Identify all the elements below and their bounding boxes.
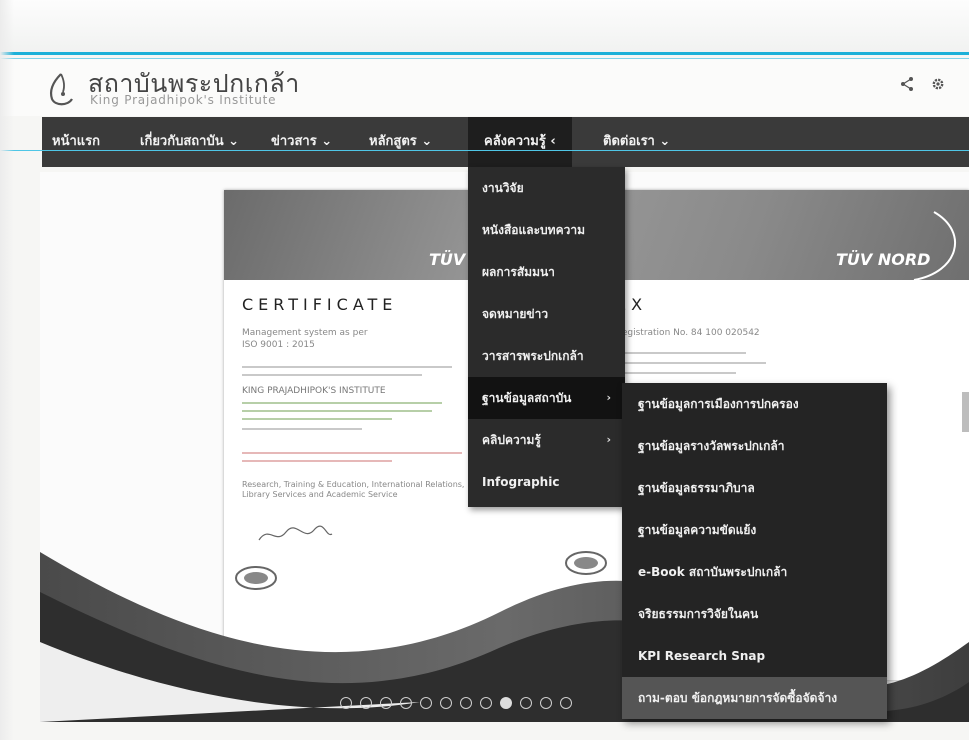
slider-dot[interactable] xyxy=(420,697,432,709)
dropdown-item-knowledge-clips[interactable]: คลิปความรู้ › xyxy=(468,419,625,461)
submenu-item-human-research-ethics[interactable]: จริยธรรมการวิจัยในคน xyxy=(622,593,887,635)
scan-artifact-line xyxy=(0,150,969,151)
slider-dot[interactable] xyxy=(480,697,492,709)
nav-item-home[interactable]: หน้าแรก xyxy=(52,117,100,167)
dropdown-item-label: คลิปความรู้ xyxy=(482,433,541,447)
page-top-band xyxy=(0,0,969,52)
submenu-item-label: ฐานข้อมูลรางวัลพระปกเกล้า xyxy=(638,439,785,453)
submenu-item-label: ฐานข้อมูลธรรมาภิบาล xyxy=(638,481,755,495)
dropdown-item-infographic[interactable]: Infographic xyxy=(468,461,625,503)
nav-item-about[interactable]: เกี่ยวกับสถาบัน ⌄ xyxy=(140,117,239,167)
chevron-left-icon: ‹ xyxy=(550,134,556,149)
submenu-item-procurement-law-qa[interactable]: ถาม-ตอบ ข้อกฎหมายการจัดซื้อจัดจ้าง xyxy=(622,677,887,719)
submenu-item-label: KPI Research Snap xyxy=(638,649,766,663)
submenu-item-politics-governance-db[interactable]: ฐานข้อมูลการเมืองการปกครอง xyxy=(622,383,887,425)
chevron-right-icon: › xyxy=(606,391,611,404)
database-submenu: ฐานข้อมูลการเมืองการปกครอง ฐานข้อมูลรางว… xyxy=(622,383,887,719)
nav-item-courses[interactable]: หลักสูตร ⌄ xyxy=(369,117,432,167)
nav-item-label: ติดต่อเรา xyxy=(603,134,655,149)
nav-item-news[interactable]: ข่าวสาร ⌄ xyxy=(271,117,332,167)
submenu-item-good-governance-db[interactable]: ฐานข้อมูลธรรมาภิบาล xyxy=(622,467,887,509)
dropdown-item-seminar-results[interactable]: ผลการสัมมนา xyxy=(468,251,625,293)
nav-item-label: คลังความรู้ xyxy=(484,134,546,149)
chevron-down-icon: ⌄ xyxy=(421,134,433,149)
nav-item-label: ข่าวสาร xyxy=(271,134,317,149)
dropdown-item-label: งานวิจัย xyxy=(482,181,524,195)
dropdown-item-label: หนังสือและบทความ xyxy=(482,223,585,237)
slider-dot[interactable] xyxy=(500,697,512,709)
submenu-item-label: ถาม-ตอบ ข้อกฎหมายการจัดซื้อจัดจ้าง xyxy=(638,691,838,705)
institute-logo[interactable] xyxy=(46,72,76,108)
scan-edge-shadow xyxy=(0,0,14,740)
side-scroll-tab[interactable] xyxy=(962,392,969,432)
slider-dot[interactable] xyxy=(440,697,452,709)
chevron-right-icon: › xyxy=(606,433,611,446)
submenu-item-kpi-research-snap[interactable]: KPI Research Snap xyxy=(622,635,887,677)
submenu-item-label: จริยธรรมการวิจัยในคน xyxy=(638,607,759,621)
submenu-item-label: e-Book สถาบันพระปกเกล้า xyxy=(638,565,788,579)
site-subtitle: King Prajadhipok's Institute xyxy=(90,93,277,107)
slider-dot[interactable] xyxy=(460,697,472,709)
dropdown-item-label: ฐานข้อมูลสถาบัน xyxy=(482,391,572,405)
dropdown-item-label: ผลการสัมมนา xyxy=(482,265,555,279)
nav-item-contact[interactable]: ติดต่อเรา ⌄ xyxy=(603,117,670,167)
dropdown-item-label: จดหมายข่าว xyxy=(482,307,549,321)
submenu-item-label: ฐานข้อมูลความขัดแย้ง xyxy=(638,523,757,537)
nav-item-label: หน้าแรก xyxy=(52,134,100,149)
main-nav: หน้าแรก เกี่ยวกับสถาบัน ⌄ ข่าวสาร ⌄ หลัก… xyxy=(42,117,969,167)
knowledge-dropdown-menu: งานวิจัย หนังสือและบทความ ผลการสัมมนา จด… xyxy=(468,167,625,507)
dropdown-item-books-articles[interactable]: หนังสือและบทความ xyxy=(468,209,625,251)
chevron-down-icon: ⌄ xyxy=(659,134,671,149)
submenu-item-ebook[interactable]: e-Book สถาบันพระปกเกล้า xyxy=(622,551,887,593)
dropdown-item-label: วารสารพระปกเกล้า xyxy=(482,349,584,363)
gear-icon[interactable] xyxy=(930,76,946,92)
slider-dot[interactable] xyxy=(400,697,412,709)
nav-item-label: หลักสูตร xyxy=(369,134,417,149)
dropdown-item-newsletter[interactable]: จดหมายข่าว xyxy=(468,293,625,335)
slider-dot[interactable] xyxy=(520,697,532,709)
nav-item-label: เกี่ยวกับสถาบัน xyxy=(140,134,224,149)
chevron-down-icon: ⌄ xyxy=(228,134,240,149)
slider-dot[interactable] xyxy=(340,697,352,709)
share-icon[interactable] xyxy=(900,76,914,92)
dropdown-item-label: Infographic xyxy=(482,475,560,489)
slider-dot[interactable] xyxy=(540,697,552,709)
slider-dot[interactable] xyxy=(380,697,392,709)
nav-item-knowledge[interactable]: คลังความรู้ ‹ xyxy=(468,117,572,167)
chevron-down-icon: ⌄ xyxy=(321,134,333,149)
slider-dot[interactable] xyxy=(560,697,572,709)
submenu-item-label: ฐานข้อมูลการเมืองการปกครอง xyxy=(638,397,799,411)
dropdown-item-journal[interactable]: วารสารพระปกเกล้า xyxy=(468,335,625,377)
slider-dot[interactable] xyxy=(360,697,372,709)
dropdown-item-research[interactable]: งานวิจัย xyxy=(468,167,625,209)
submenu-item-conflict-db[interactable]: ฐานข้อมูลความขัดแย้ง xyxy=(622,509,887,551)
top-accent-line xyxy=(0,52,969,55)
dropdown-item-institute-database[interactable]: ฐานข้อมูลสถาบัน › xyxy=(468,377,625,419)
submenu-item-kpi-award-db[interactable]: ฐานข้อมูลรางวัลพระปกเกล้า xyxy=(622,425,887,467)
